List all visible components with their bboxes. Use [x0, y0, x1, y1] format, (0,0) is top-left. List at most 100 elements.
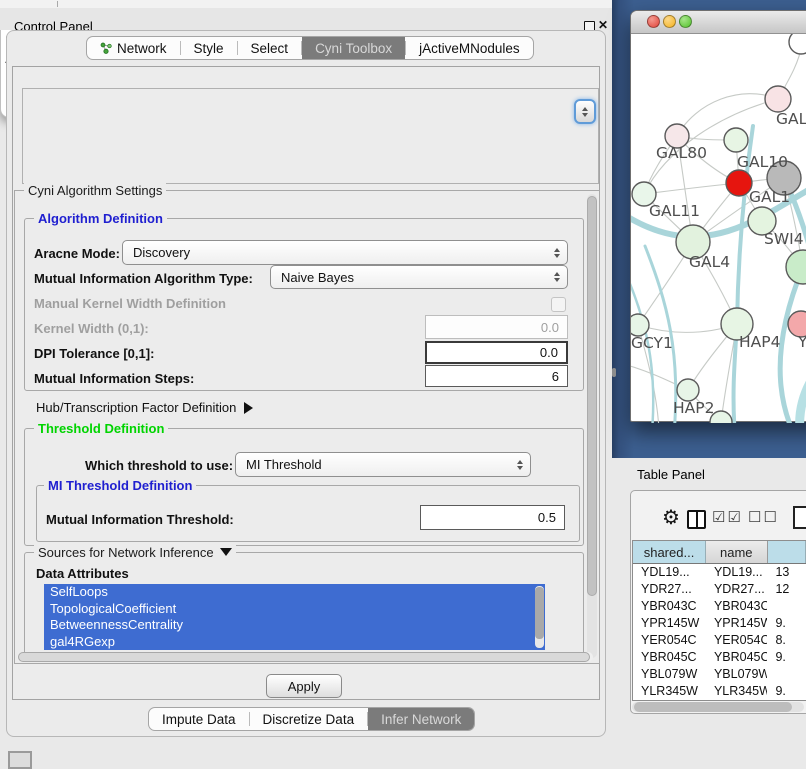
minimize-traffic-light[interactable]	[663, 15, 676, 28]
tab-network-label: Network	[117, 41, 167, 56]
attributes-scrollbar-thumb[interactable]	[535, 587, 544, 639]
control-panel-titlebar: Control Panel ✕	[0, 8, 612, 30]
column-visibility-icon[interactable]	[687, 510, 706, 529]
table-cell: YPR145W	[706, 615, 767, 632]
node-label-gcy1: GCY1	[631, 334, 673, 352]
tab-jactivemnodules[interactable]: jActiveMNodules	[406, 37, 533, 59]
data-attributes-list[interactable]: SelfLoopsTopologicalCoefficientBetweenne…	[44, 584, 545, 650]
table-row[interactable]: YDR27...YDR27...12	[633, 581, 806, 598]
attribute-item-gal4rgexp[interactable]: gal4RGexp	[44, 634, 545, 651]
tab-select[interactable]: Select	[238, 37, 302, 59]
table-cell: 13	[767, 564, 806, 581]
table-cell: YIL052C	[706, 699, 767, 701]
hub-definition-label: Hub/Transcription Factor Definition	[36, 400, 236, 415]
tab-network[interactable]: Network	[87, 37, 180, 59]
table-row[interactable]: YPR145WYPR145W9.	[633, 615, 806, 632]
export-table-icon[interactable]	[793, 506, 806, 529]
table-row[interactable]: YBL079WYBL079W	[633, 665, 806, 682]
network-node-gal[interactable]	[765, 86, 791, 112]
attribute-item-betweennesscentrality[interactable]: BetweennessCentrality	[44, 617, 545, 634]
attributes-scrollbar[interactable]	[535, 586, 544, 648]
manual-kernel-checkbox[interactable]	[551, 297, 566, 312]
table-horizontal-scrollbar[interactable]	[632, 702, 804, 712]
mi-steps-label: Mutual Information Steps:	[34, 371, 194, 386]
network-node-hap2[interactable]	[677, 379, 699, 401]
column-header-name[interactable]: name	[706, 541, 768, 563]
apply-button[interactable]: Apply	[266, 674, 342, 698]
aracne-mode-label: Aracne Mode:	[34, 246, 120, 261]
table-row[interactable]: YLR345WYLR345W9.	[633, 682, 806, 699]
network-window-titlebar[interactable]	[631, 11, 806, 34]
close-traffic-light[interactable]	[647, 15, 660, 28]
algorithm-combobox-spinner[interactable]	[574, 99, 596, 124]
table-scrollbar-thumb[interactable]	[634, 702, 792, 712]
table-row[interactable]: YIL052CYIL052C9	[633, 699, 806, 701]
which-threshold-combobox[interactable]: MI Threshold	[235, 452, 531, 477]
table-header-row: shared...name	[633, 541, 806, 564]
dpi-tolerance-field[interactable]: 0.0	[425, 341, 568, 364]
tab-style[interactable]: Style	[181, 37, 237, 59]
tab-infer-network[interactable]: Infer Network	[368, 708, 474, 730]
hub-definition-toggle[interactable]: Hub/Transcription Factor Definition	[36, 400, 253, 415]
settings-scrollbar-thumb[interactable]	[587, 196, 597, 596]
expanded-arrow-icon	[220, 548, 232, 556]
panel-divider-grip[interactable]	[612, 368, 616, 377]
horizontal-scrollbar-thumb[interactable]	[18, 652, 590, 662]
node-label-gal1: GAL1	[749, 188, 790, 206]
table-cell: YBR045C	[706, 648, 767, 665]
tab-discretize-data[interactable]: Discretize Data	[250, 708, 368, 730]
settings-horizontal-scrollbar[interactable]	[17, 652, 593, 662]
tab-impute-data[interactable]: Impute Data	[149, 708, 249, 730]
tab-cyni-toolbox[interactable]: Cyni Toolbox	[302, 37, 405, 59]
table-cell: YBR045C	[633, 648, 706, 665]
zoom-traffic-light[interactable]	[679, 15, 692, 28]
node-label-gal10: GAL10	[737, 153, 788, 171]
column-header-shared[interactable]: shared...	[633, 541, 706, 563]
network-node[interactable]	[789, 34, 806, 54]
network-view-window[interactable]: GALGAL80GAL10GAL11GAL1GAL4SWI4GCY1HAP4YH…	[630, 10, 806, 422]
dpi-tolerance-value: 0.0	[540, 345, 558, 360]
table-cell: 9.	[767, 682, 806, 699]
mi-threshold-field[interactable]: 0.5	[420, 505, 565, 530]
which-threshold-label: Which threshold to use:	[85, 458, 233, 473]
table-cell: 9	[767, 699, 806, 701]
table-cell: YDR27...	[706, 581, 767, 598]
table-row[interactable]: YBR045CYBR045C9.	[633, 648, 806, 665]
mi-steps-field[interactable]: 6	[425, 365, 568, 387]
table-settings-gear-icon[interactable]: ⚙	[662, 505, 680, 530]
deselect-all-checkboxes-icon[interactable]: ☐☐	[748, 508, 779, 526]
network-node-gcy1[interactable]	[631, 314, 649, 336]
aracne-mode-combobox[interactable]: Discovery	[122, 240, 568, 265]
network-node-gal10[interactable]	[724, 128, 748, 152]
table-row[interactable]: YDL19...YDL19...13	[633, 564, 806, 581]
mi-threshold-definition-title: MI Threshold Definition	[44, 478, 196, 493]
table-row[interactable]: YBR043CYBR043C	[633, 598, 806, 615]
table-cell: YLR345W	[706, 682, 767, 699]
network-edge	[800, 352, 806, 423]
algorithm-definition-title: Algorithm Definition	[34, 211, 167, 226]
table-cell: YPR145W	[633, 615, 706, 632]
table-row[interactable]: YER054CYER054C8.	[633, 632, 806, 649]
mi-type-combobox[interactable]: Naive Bayes	[270, 265, 568, 289]
combo-arrows-icon	[517, 460, 523, 470]
attribute-item-selfloops[interactable]: SelfLoops	[44, 584, 545, 601]
cyni-mode-tabs: Impute DataDiscretize DataInfer Network	[148, 707, 475, 731]
network-edge	[677, 94, 778, 136]
sources-title-toggle[interactable]: Sources for Network Inference	[34, 545, 236, 560]
select-all-checkboxes-icon[interactable]: ☑☑	[712, 508, 743, 526]
kernel-width-field: 0.0	[425, 315, 568, 339]
node-table: shared...name YDL19...YDL19...13YDR27...…	[632, 540, 806, 701]
minimized-panel-icon[interactable]	[8, 751, 32, 769]
column-header-2[interactable]	[768, 541, 806, 563]
network-node-swi4[interactable]	[786, 250, 806, 284]
table-cell	[767, 598, 806, 615]
manual-kernel-label: Manual Kernel Width Definition	[34, 296, 226, 311]
attribute-item-topologicalcoefficient[interactable]: TopologicalCoefficient	[44, 601, 545, 618]
mi-steps-value: 6	[552, 369, 559, 384]
combo-arrows-icon	[554, 248, 560, 258]
mi-type-label: Mutual Information Algorithm Type:	[34, 271, 253, 286]
network-canvas[interactable]: GALGAL80GAL10GAL11GAL1GAL4SWI4GCY1HAP4YH…	[631, 34, 806, 423]
settings-scrollbar[interactable]	[587, 194, 597, 658]
table-cell: 12	[767, 581, 806, 598]
table-cell: 9.	[767, 615, 806, 632]
